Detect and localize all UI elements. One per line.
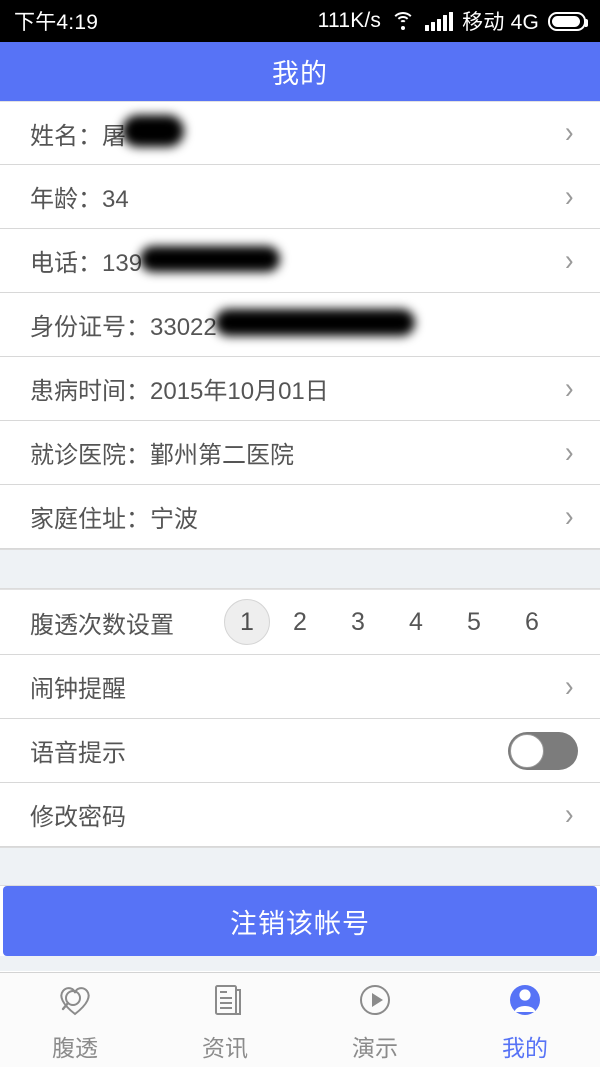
dialysis-count-options: 1 2 3 4 5 6	[224, 599, 562, 645]
app-screen: 下午4:19 111K/s 移动 4G 我的 姓名：屠 › 年龄：34 › 电话…	[0, 0, 600, 1067]
chevron-right-icon: ›	[565, 797, 574, 831]
chevron-right-icon: ›	[565, 435, 574, 469]
row-age[interactable]: 年龄：34 ›	[0, 165, 600, 229]
tab-label: 腹透	[52, 1035, 98, 1061]
carrier-label: 移动 4G	[462, 11, 539, 34]
tab-label: 演示	[352, 1035, 398, 1061]
status-bar: 下午4:19 111K/s 移动 4G	[0, 0, 600, 42]
row-label: 电话：139	[30, 250, 143, 277]
chevron-right-icon: ›	[565, 371, 574, 405]
chevron-right-icon: ›	[565, 499, 574, 533]
row-voice-prompt[interactable]: 语音提示	[0, 719, 600, 783]
page-title: 我的	[272, 59, 328, 89]
section-spacer-bottom	[0, 847, 600, 886]
status-bar-left: 下午4:19	[14, 6, 98, 36]
heart-search-icon	[54, 977, 96, 1023]
row-label: 身份证号：33022	[30, 314, 217, 341]
redaction-mark	[140, 245, 281, 272]
toggle-knob	[510, 733, 544, 768]
bottom-tab-bar: 腹透 资讯 演示 我的	[0, 972, 600, 1067]
wifi-icon	[390, 11, 416, 31]
battery-icon	[548, 11, 588, 31]
row-label: 姓名：屠	[30, 122, 126, 150]
row-change-password[interactable]: 修改密码 ›	[0, 783, 600, 847]
tab-label: 资讯	[202, 1035, 248, 1061]
chevron-right-icon: ›	[565, 179, 574, 213]
play-circle-icon	[354, 977, 396, 1023]
row-label: 年龄：34	[30, 186, 129, 213]
dialysis-count-option-2[interactable]: 2	[272, 599, 328, 645]
row-label: 语音提示	[30, 740, 126, 767]
redaction-mark	[122, 115, 184, 147]
status-time: 下午4:19	[14, 11, 99, 34]
dialysis-count-option-6[interactable]: 6	[504, 599, 560, 645]
dialysis-count-option-1[interactable]: 1	[224, 599, 270, 645]
chevron-right-icon: ›	[565, 116, 574, 149]
status-bar-right: 111K/s 移动 4G	[317, 6, 588, 36]
row-dialysis-count: 腹透次数设置 1 2 3 4 5 6	[0, 589, 600, 655]
row-label: 修改密码	[30, 804, 126, 831]
news-document-icon	[204, 977, 246, 1023]
redaction-mark	[214, 309, 415, 336]
row-label: 患病时间：2015年10月01日	[30, 378, 329, 405]
tab-label: 我的	[502, 1035, 548, 1061]
dialysis-count-option-3[interactable]: 3	[330, 599, 386, 645]
dialysis-count-option-5[interactable]: 5	[446, 599, 502, 645]
below-button-spacer	[0, 956, 600, 971]
chevron-right-icon: ›	[565, 243, 574, 277]
row-home-address[interactable]: 家庭住址：宁波 ›	[0, 485, 600, 549]
tab-news[interactable]: 资讯	[150, 973, 300, 1067]
settings-list: 腹透次数设置 1 2 3 4 5 6 闹钟提醒 › 语音提示 修改密码 ›	[0, 589, 600, 847]
row-alarm-reminder[interactable]: 闹钟提醒 ›	[0, 655, 600, 719]
row-hospital[interactable]: 就诊医院：鄞州第二医院 ›	[0, 421, 600, 485]
logout-button[interactable]: 注销该帐号	[3, 886, 597, 956]
logout-container: 注销该帐号	[0, 886, 600, 956]
voice-prompt-toggle[interactable]	[508, 731, 578, 770]
row-id-number[interactable]: 身份证号：33022	[0, 293, 600, 357]
section-spacer	[0, 549, 600, 589]
tab-mine[interactable]: 我的	[450, 973, 600, 1067]
row-label: 家庭住址：宁波	[30, 506, 198, 533]
row-label: 闹钟提醒	[30, 676, 126, 703]
dialysis-count-label: 腹透次数设置	[30, 611, 174, 639]
row-full-name[interactable]: 姓名：屠 ›	[0, 101, 600, 165]
chevron-right-icon: ›	[565, 669, 574, 703]
row-label: 就诊医院：鄞州第二医院	[30, 442, 294, 469]
tab-dialysis[interactable]: 腹透	[0, 973, 150, 1067]
dialysis-count-option-4[interactable]: 4	[388, 599, 444, 645]
page-title-bar: 我的	[0, 42, 600, 101]
user-avatar-icon	[504, 977, 546, 1023]
row-phone[interactable]: 电话：139 ›	[0, 229, 600, 293]
profile-list: 姓名：屠 › 年龄：34 › 电话：139 › 身份证号：33022 患病时间：…	[0, 101, 600, 549]
network-speed: 111K/s	[317, 9, 382, 32]
tab-demo[interactable]: 演示	[300, 973, 450, 1067]
signal-bars-icon	[425, 11, 454, 31]
row-illness-date[interactable]: 患病时间：2015年10月01日 ›	[0, 357, 600, 421]
